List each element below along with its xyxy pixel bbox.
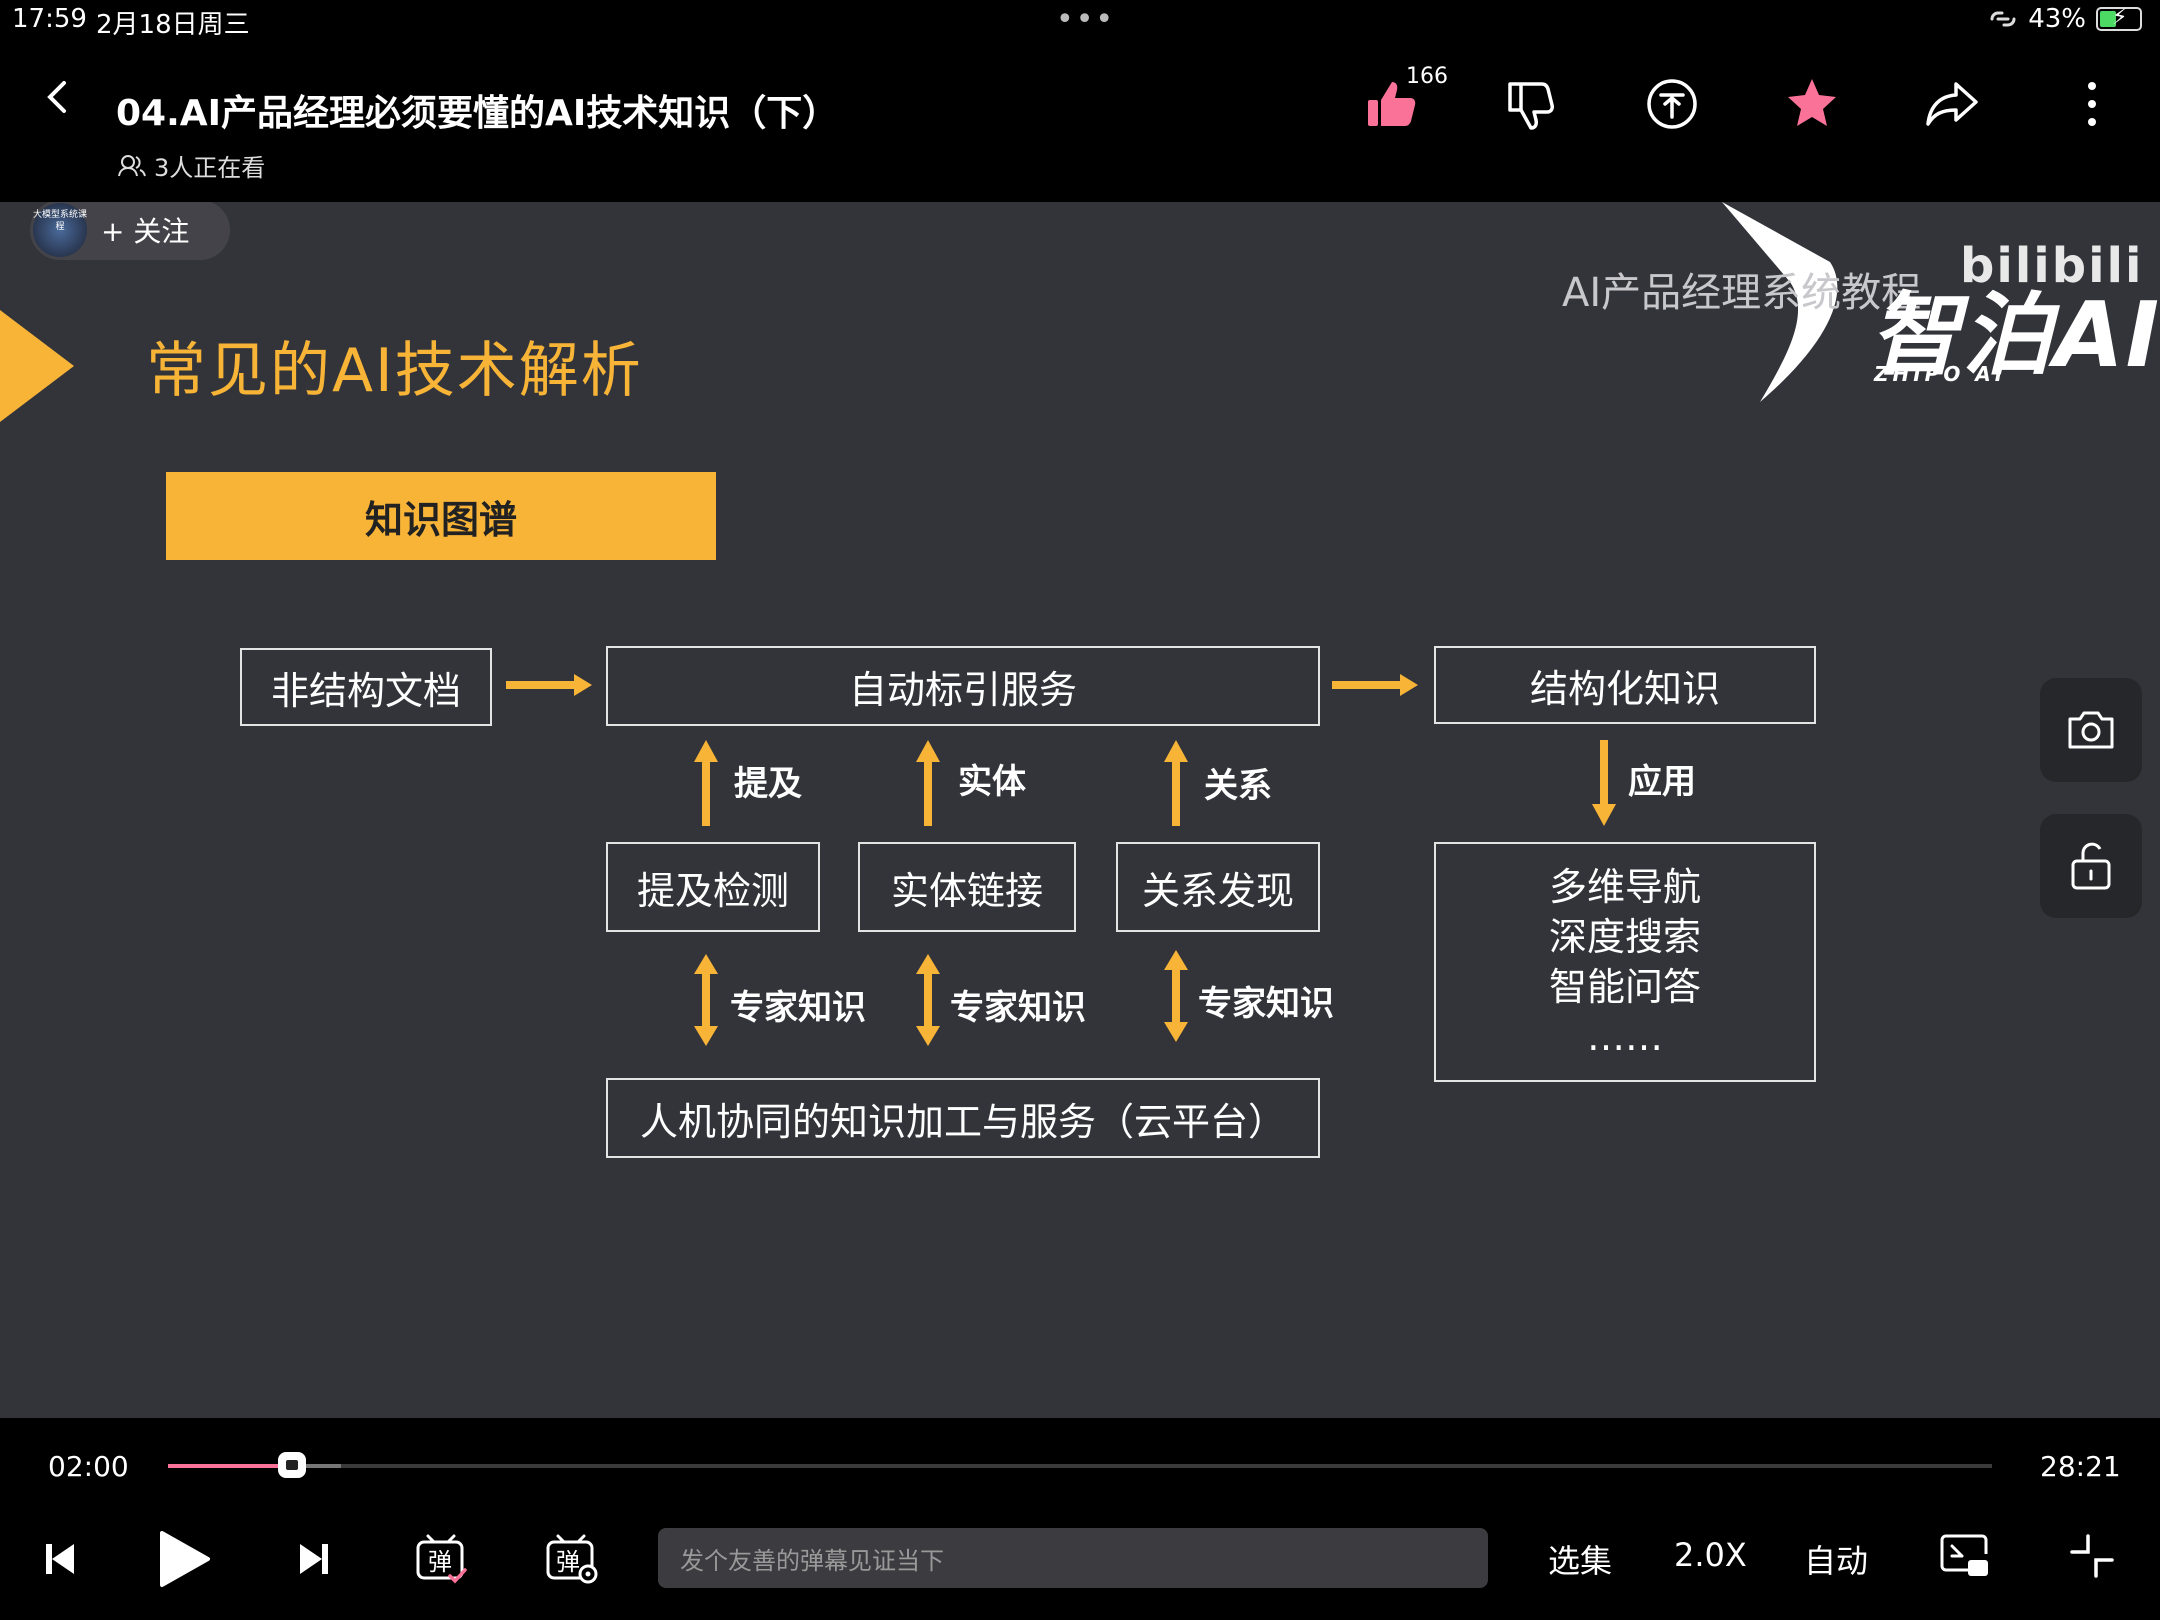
status-time: 17:59	[12, 4, 87, 34]
battery-percent: 43%	[2028, 4, 2086, 34]
status-right: 43% ⚡	[1988, 4, 2142, 34]
episodes-button[interactable]: 选集	[1548, 1536, 1612, 1582]
picture-in-picture-icon[interactable]	[1938, 1532, 1990, 1580]
unlock-icon	[2071, 842, 2111, 890]
speed-button[interactable]: 2.0X	[1674, 1536, 1747, 1574]
next-icon[interactable]	[298, 1542, 330, 1576]
like-count: 166	[1406, 64, 1448, 89]
video-player[interactable]: 大模型系统课程 + 关注 常见的AI技术解析 知识图谱 AI产品经理系统教程 b…	[0, 202, 2160, 1418]
screenshot-button[interactable]	[2040, 678, 2142, 782]
label-relation: 关系	[1204, 766, 1272, 806]
coin-icon	[1647, 79, 1697, 129]
progress-bar[interactable]	[168, 1452, 1992, 1478]
label-expert-knowledge: 专家知识	[1198, 984, 1334, 1024]
diagram-arrows	[506, 674, 1616, 1046]
favorite-button[interactable]	[1784, 76, 1840, 132]
auto-quality-button[interactable]: 自动	[1804, 1536, 1868, 1582]
people-icon	[118, 154, 146, 176]
current-time: 02:00	[48, 1450, 129, 1483]
danmaku-input[interactable]: 发个友善的弹幕见证当下	[658, 1528, 1488, 1588]
total-time: 28:21	[2040, 1450, 2121, 1483]
share-button[interactable]	[1924, 76, 1980, 132]
link-icon	[1990, 11, 2016, 27]
progress-knob[interactable]	[278, 1452, 307, 1478]
status-bar: 17:59 2月18日周三 ••• 43% ⚡	[0, 0, 2160, 40]
dislike-button[interactable]	[1504, 76, 1560, 132]
danmaku-settings-icon[interactable]: 弹	[544, 1532, 600, 1586]
exit-fullscreen-icon[interactable]	[2070, 1534, 2114, 1578]
viewer-count-text: 3人正在看	[154, 154, 266, 182]
viewer-count: 3人正在看	[118, 148, 265, 183]
multitask-dots-icon[interactable]: •••	[1056, 2, 1115, 37]
share-arrow-icon	[1926, 82, 1978, 126]
label-mention: 提及	[734, 764, 802, 804]
label-entity: 实体	[958, 762, 1026, 802]
danmaku-toggle-icon[interactable]: 弹	[414, 1532, 468, 1586]
back-arrow-icon[interactable]	[40, 80, 74, 114]
thumbs-down-icon	[1508, 82, 1554, 130]
more-vertical-icon	[2088, 82, 2096, 126]
play-icon[interactable]	[158, 1530, 210, 1588]
svg-text:弹: 弹	[556, 1548, 580, 1576]
camera-icon	[2068, 711, 2114, 749]
label-expert-knowledge: 专家知识	[950, 988, 1086, 1028]
video-header: 04.AI产品经理必须要懂的AI技术知识（下） 3人正在看 166	[0, 40, 2160, 202]
previous-icon[interactable]	[44, 1542, 76, 1576]
label-apply: 应用	[1628, 762, 1696, 802]
video-title: 04.AI产品经理必须要懂的AI技术知识（下）	[116, 93, 839, 134]
battery-icon: ⚡	[2096, 5, 2142, 31]
played-bar	[168, 1464, 293, 1468]
label-expert-knowledge: 专家知识	[730, 988, 866, 1028]
star-icon	[1788, 79, 1836, 126]
more-button[interactable]	[2074, 76, 2110, 132]
screen-lock-button[interactable]	[2040, 814, 2142, 918]
player-controls: 02:00 28:21 弹 弹 发个友善的弹幕见证当下 选集 2.0X 自动	[0, 1418, 2160, 1620]
svg-text:弹: 弹	[428, 1548, 452, 1576]
coin-button[interactable]	[1644, 76, 1700, 132]
status-date: 2月18日周三	[96, 10, 250, 40]
